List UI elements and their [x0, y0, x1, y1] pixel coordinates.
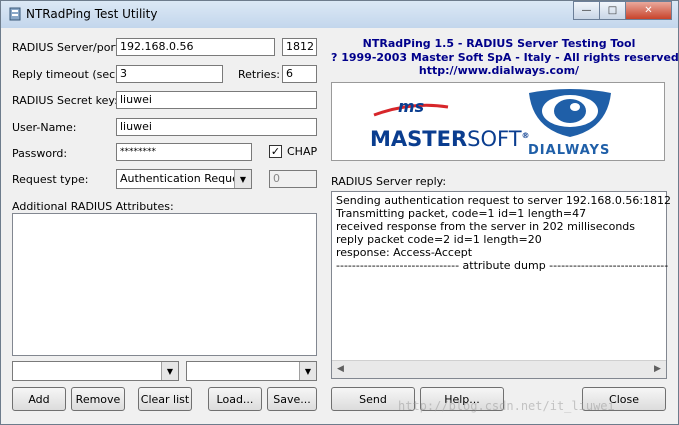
timeout-label: Reply timeout (sec.):: [12, 68, 127, 81]
minimize-button[interactable]: —: [573, 1, 600, 20]
scroll-right-icon[interactable]: ▶: [649, 361, 666, 377]
mastersoft-logo-master: MASTER: [370, 127, 468, 151]
ms-badge: ms: [372, 97, 450, 121]
timeout-input[interactable]: 3: [116, 65, 223, 83]
save-button[interactable]: Save...: [267, 387, 317, 411]
remove-button[interactable]: Remove: [71, 387, 125, 411]
retries-label: Retries:: [238, 68, 281, 81]
app-icon: [9, 7, 21, 21]
client-area: RADIUS Server/port: 192.168.0.56 1812 Re…: [5, 28, 679, 422]
horizontal-scrollbar[interactable]: ◀ ▶: [332, 360, 666, 378]
reply-line: ------------------------------- attribut…: [336, 259, 669, 272]
reply-label: RADIUS Server reply:: [331, 175, 447, 188]
secret-input[interactable]: liuwei: [116, 91, 317, 109]
reply-line: Sending authentication request to server…: [336, 194, 672, 207]
reply-line: received response from the server in 202…: [336, 220, 636, 233]
request-type-value: Authentication Request: [120, 172, 249, 185]
username-label: User-Name:: [12, 121, 77, 134]
attribute-value-select[interactable]: ▼: [186, 361, 317, 381]
attributes-label: Additional RADIUS Attributes:: [12, 200, 174, 213]
logo-panel: ms MASTERSOFT® DIALWAYS: [331, 82, 665, 161]
retries-input[interactable]: 6: [282, 65, 317, 83]
maximize-icon: □: [607, 5, 618, 16]
reply-textbox[interactable]: Sending authentication request to server…: [331, 191, 671, 379]
server-label: RADIUS Server/port:: [12, 41, 123, 54]
add-button[interactable]: Add: [12, 387, 66, 411]
dialways-eye-icon: [529, 89, 611, 137]
about-link[interactable]: http://www.dialways.com/: [331, 64, 667, 78]
app-window: NTRadPing Test Utility — □ ✕ RADIUS Serv…: [0, 0, 679, 425]
checkmark-icon: ✓: [270, 145, 281, 158]
chevron-down-icon[interactable]: ▼: [161, 362, 178, 380]
minimize-icon: —: [581, 5, 592, 16]
mastersoft-logo-soft: SOFT: [467, 127, 522, 151]
watermark-text: http://blog.csdn.net/it_liuwei: [398, 399, 615, 413]
attribute-name-select[interactable]: ▼: [12, 361, 179, 381]
chevron-down-icon[interactable]: ▼: [234, 170, 251, 188]
about-line-1: NTRadPing 1.5 - RADIUS Server Testing To…: [362, 37, 636, 50]
reply-line: response: Access-Accept: [336, 246, 473, 259]
chevron-down-icon[interactable]: ▼: [299, 362, 316, 380]
clear-list-button[interactable]: Clear list: [138, 387, 192, 411]
title-bar[interactable]: NTRadPing Test Utility — □ ✕: [1, 1, 678, 28]
window-title: NTRadPing Test Utility: [26, 7, 158, 21]
mastersoft-logo: MASTERSOFT®: [370, 127, 530, 151]
reply-line: reply packet code=2 id=1 length=20: [336, 233, 542, 246]
chap-checkbox[interactable]: ✓: [269, 145, 282, 158]
chap-label[interactable]: CHAP: [287, 145, 317, 158]
password-input[interactable]: ********: [116, 143, 252, 161]
username-input[interactable]: liuwei: [116, 118, 317, 136]
request-extra-input: 0: [269, 170, 317, 188]
request-type-label: Request type:: [12, 173, 89, 186]
secret-label: RADIUS Secret key:: [12, 94, 118, 107]
request-type-select[interactable]: Authentication Request ▼: [116, 169, 252, 189]
dialways-logo-text: DIALWAYS: [528, 143, 611, 158]
load-button[interactable]: Load...: [208, 387, 262, 411]
ms-badge-text: ms: [398, 97, 425, 116]
port-input[interactable]: 1812: [282, 38, 317, 56]
scroll-left-icon[interactable]: ◀: [332, 361, 349, 377]
attributes-list[interactable]: [12, 213, 317, 356]
password-label: Password:: [12, 147, 68, 160]
maximize-button[interactable]: □: [599, 1, 626, 20]
close-icon: ✕: [644, 5, 653, 16]
reply-line: Transmitting packet, code=1 id=1 length=…: [336, 207, 587, 220]
server-input[interactable]: 192.168.0.56: [116, 38, 275, 56]
about-line-2: ? 1999-2003 Master Soft SpA - Italy - Al…: [331, 51, 679, 64]
close-window-button[interactable]: ✕: [625, 1, 672, 20]
